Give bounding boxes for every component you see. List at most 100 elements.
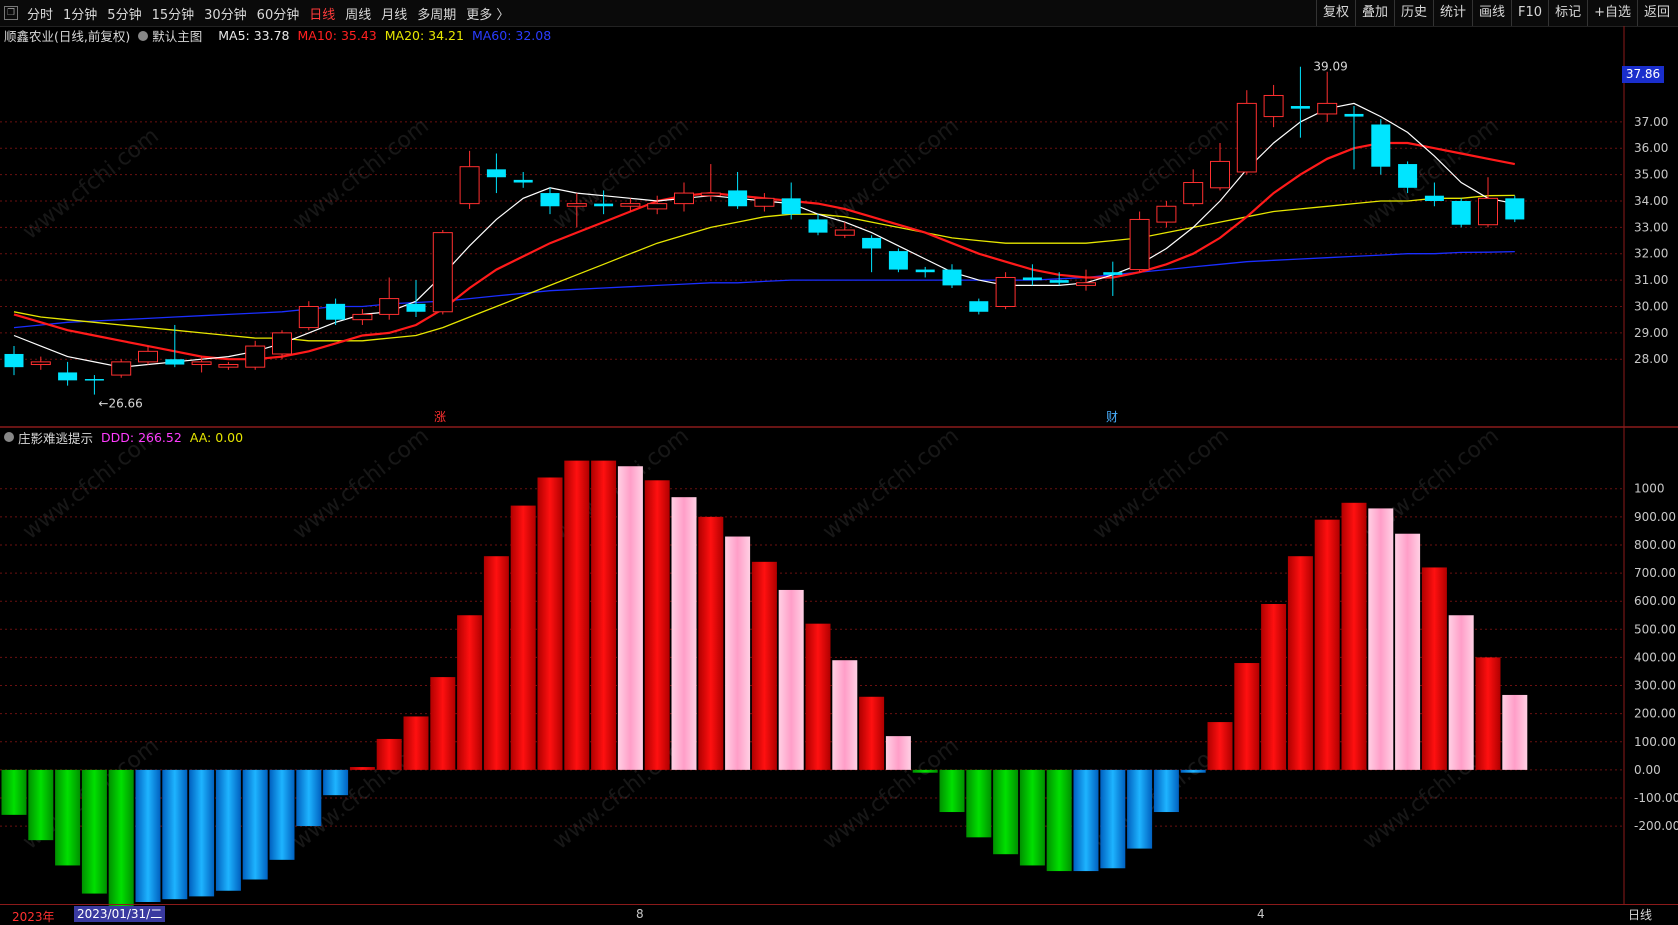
candle-body xyxy=(1022,277,1042,281)
indicator-bar xyxy=(28,769,54,841)
indicator-bar xyxy=(751,561,777,770)
indicator-bar xyxy=(564,460,590,770)
y-tick-label: 900.00 xyxy=(1634,510,1676,524)
event-marker-cai: 财 xyxy=(1106,410,1118,424)
candle-body xyxy=(674,192,694,205)
indicator-bar xyxy=(1368,508,1394,770)
indicator-bar xyxy=(644,480,670,770)
candle-body xyxy=(728,190,748,207)
indicator-bar xyxy=(1046,769,1072,872)
candle-body xyxy=(459,166,480,205)
indicator-bar xyxy=(591,460,617,770)
cursor-date: 2023/01/31/二 xyxy=(74,906,166,922)
candle-body xyxy=(1344,113,1364,117)
candle-body xyxy=(969,301,989,312)
ma60-line xyxy=(13,250,1515,329)
candle-body xyxy=(1424,195,1444,201)
candle-body xyxy=(888,251,908,270)
indicator-bar xyxy=(1100,769,1126,869)
ma10-line xyxy=(13,141,1516,361)
y-tick-label: 300.00 xyxy=(1634,679,1676,693)
candle-body xyxy=(1478,197,1498,226)
indicator-bar xyxy=(966,769,992,838)
candle-body xyxy=(1398,164,1418,188)
gear-icon xyxy=(138,30,149,41)
indicator-name[interactable]: 庄影难逃提示 xyxy=(18,428,93,447)
indicator-bar xyxy=(1502,694,1528,770)
candle-body xyxy=(1236,102,1257,173)
candle-body xyxy=(58,372,78,381)
candle-body xyxy=(995,276,1016,307)
candle-body xyxy=(834,229,855,236)
candle-body xyxy=(862,237,882,249)
indicator-bar xyxy=(1,769,27,815)
indicator-bar xyxy=(1019,769,1045,866)
indicator-bar xyxy=(1234,663,1260,770)
indicator-bar xyxy=(323,769,349,796)
candle-body xyxy=(245,345,266,368)
indicator-bar xyxy=(993,769,1019,855)
y-tick-label: -100.00 xyxy=(1634,791,1678,805)
indicator-header: 庄影难逃提示 DDD: 266.52 AA: 0.00 xyxy=(4,428,251,446)
ma60-value: MA60: 32.08 xyxy=(471,27,552,43)
candle-body xyxy=(111,361,132,376)
candle-body xyxy=(1451,200,1471,225)
candle-body xyxy=(1076,282,1096,286)
indicator-bar xyxy=(483,556,509,770)
y-tick-label: 100.00 xyxy=(1634,735,1676,749)
year-label: 2023年 xyxy=(12,910,55,924)
candle-body xyxy=(352,313,373,321)
indicator-bar xyxy=(189,769,215,897)
template-label: 默认主图 xyxy=(152,28,203,44)
indicator-bar xyxy=(215,769,241,891)
indicator-bar xyxy=(912,769,938,773)
y-tick-label: 30.00 xyxy=(1634,299,1668,313)
indicator-bar xyxy=(1180,769,1206,773)
gear-icon[interactable] xyxy=(4,432,14,442)
indicator-bar xyxy=(162,769,188,900)
high-marker: 39.09 xyxy=(1313,60,1347,74)
indicator-bar xyxy=(617,466,643,770)
y-tick-label: 34.00 xyxy=(1634,194,1668,208)
y-tick-label: 600.00 xyxy=(1634,594,1676,608)
ma20-value: MA20: 34.21 xyxy=(384,27,464,43)
candle-body xyxy=(1103,272,1123,275)
period-label[interactable]: 日线 xyxy=(1628,906,1652,923)
indicator-bar xyxy=(1475,657,1501,770)
candle-body xyxy=(406,303,426,312)
candle-body xyxy=(594,203,614,207)
candle-body xyxy=(298,305,319,329)
y-tick-label: 32.00 xyxy=(1634,247,1668,261)
current-price-label: 37.86 xyxy=(1622,66,1664,83)
indicator-bar xyxy=(55,769,81,866)
indicator-bar xyxy=(1395,533,1421,770)
candle-body xyxy=(566,203,587,207)
stock-title[interactable]: 顺鑫农业(日线,前复权) xyxy=(4,26,130,45)
candle-body xyxy=(486,169,506,178)
candle-body xyxy=(1317,102,1338,115)
y-tick-label: 500.00 xyxy=(1634,622,1676,636)
event-marker-zhang: 涨 xyxy=(434,409,446,424)
indicator-bar xyxy=(1073,769,1099,872)
indicator-bar xyxy=(510,505,536,770)
indicator-bar xyxy=(349,767,375,770)
template-selector[interactable]: 默认主图 xyxy=(138,26,210,45)
y-tick-label: 1000 xyxy=(1634,482,1665,496)
y-tick-label: 800.00 xyxy=(1634,538,1676,552)
indicator-bar xyxy=(242,769,268,880)
ma5-line xyxy=(13,102,1515,368)
y-tick-label: 28.00 xyxy=(1634,352,1668,366)
aa-value: AA: 0.00 xyxy=(189,429,244,445)
candle-body xyxy=(754,197,775,207)
kline-chart[interactable]: 28.00 29.00 30.00 31.00 32.00 33.00 34.00 35.00… xyxy=(0,0,1678,924)
y-tick-label: 200.00 xyxy=(1634,707,1676,721)
indicator-bar xyxy=(778,589,804,770)
indicator-bar xyxy=(135,769,161,902)
watermark-text: www.cfchi.com xyxy=(1088,423,1233,544)
ma20-line xyxy=(13,194,1515,342)
y-tick-label: 37.00 xyxy=(1634,115,1668,129)
watermark-text: www.cfchi.com xyxy=(818,423,963,544)
watermark-text: www.cfchi.com xyxy=(18,123,163,244)
candle-body xyxy=(165,359,185,365)
month-label-8: 8 xyxy=(636,907,644,921)
